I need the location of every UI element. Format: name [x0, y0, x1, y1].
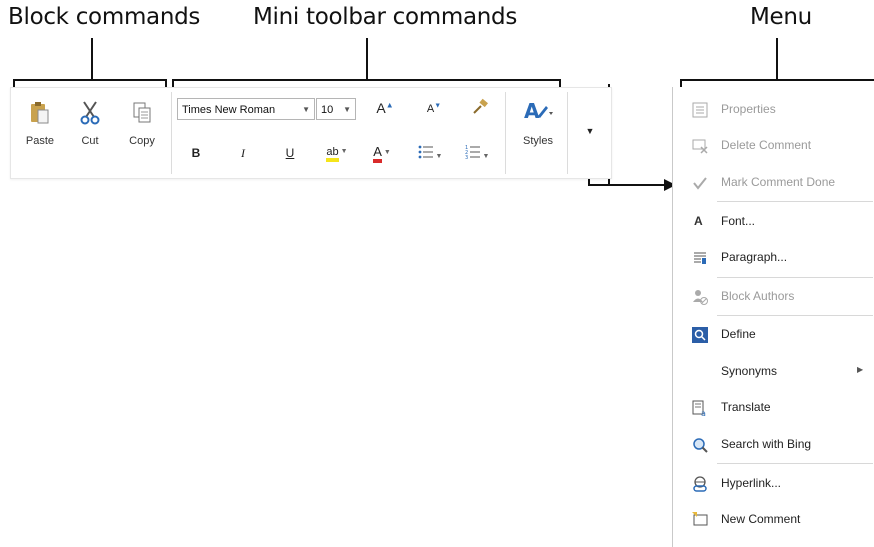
menu-item-label: Search with Bing — [721, 437, 812, 451]
menu-item-search-with-bing[interactable]: Search with Bing — [673, 430, 873, 460]
svg-text:3: 3 — [465, 155, 468, 160]
numbered-list-icon: 1 2 3 — [465, 145, 480, 161]
font-name-value: Times New Roman — [182, 104, 276, 116]
format-painter-button[interactable] — [469, 98, 491, 119]
copy-icon — [133, 102, 151, 123]
context-menu: Properties Delete Comment Mark Comment D… — [672, 87, 874, 547]
mini-toolbar: Paste Cut Copy Times New Roman ▼ 10 ▼ A▲… — [10, 87, 612, 179]
new-comment-icon — [692, 512, 708, 526]
block-commands-callout: Block commands — [8, 4, 201, 30]
menu-item-label: New Comment — [721, 512, 801, 526]
menu-item-label: Properties — [721, 102, 776, 116]
numbering-button[interactable]: 1 2 3 ▼ — [461, 144, 493, 163]
shrink-font-icon: A▼ — [426, 102, 442, 115]
toolbar-divider — [505, 92, 506, 174]
bullet-list-icon — [418, 145, 433, 159]
checkmark-icon — [693, 177, 707, 190]
grow-font-icon: A▲ — [376, 100, 394, 116]
font-color-icon: A — [373, 144, 382, 163]
search-icon — [693, 438, 708, 453]
shrink-font-button[interactable]: A▼ — [424, 102, 444, 115]
delete-comment-icon — [692, 139, 708, 154]
menu-separator — [717, 201, 873, 202]
italic-button[interactable]: I — [236, 146, 250, 161]
menu-item-mark-comment-done[interactable]: Mark Comment Done — [673, 168, 873, 198]
bold-button[interactable]: B — [189, 146, 203, 160]
styles-label: Styles — [523, 135, 553, 147]
menu-item-block-authors[interactable]: Block Authors — [673, 282, 873, 312]
paste-button[interactable]: Paste — [21, 100, 59, 147]
cut-button[interactable]: Cut — [73, 100, 107, 147]
menu-item-new-comment[interactable]: New Comment — [673, 505, 873, 535]
svg-text:a: a — [701, 409, 706, 417]
menu-separator — [717, 277, 873, 278]
font-color-button[interactable]: A ▼ — [367, 144, 397, 163]
svg-text:A: A — [524, 99, 540, 123]
menu-item-label: Synonyms — [721, 364, 778, 378]
format-painter-icon — [473, 98, 488, 114]
menu-callout: Menu — [750, 4, 812, 30]
highlight-icon: ab — [326, 146, 339, 162]
styles-icon: A — [524, 99, 553, 123]
toolbar-divider — [567, 92, 568, 174]
menu-item-label: Define — [721, 327, 756, 341]
font-icon: A — [694, 214, 703, 228]
font-size-value: 10 — [321, 104, 334, 116]
menu-item-label: Mark Comment Done — [721, 175, 836, 189]
styles-button[interactable]: A Styles — [516, 98, 560, 147]
menu-separator — [717, 463, 873, 464]
menu-item-label: Font... — [721, 214, 756, 228]
menu-item-label: Block Authors — [721, 289, 795, 303]
hyperlink-icon — [693, 476, 707, 492]
underline-button[interactable]: U — [283, 146, 297, 160]
font-size-dropdown[interactable]: 10 ▼ — [316, 98, 356, 120]
menu-item-paragraph[interactable]: Paragraph... — [673, 243, 873, 273]
menu-item-delete-comment[interactable]: Delete Comment — [673, 131, 873, 161]
menu-separator — [717, 315, 873, 316]
properties-icon — [692, 102, 708, 118]
clipboard-paste-icon — [31, 102, 49, 124]
toolbar-divider — [171, 92, 172, 174]
grow-font-button[interactable]: A▲ — [375, 100, 395, 116]
menu-item-label: Translate — [721, 400, 771, 414]
chevron-down-icon: ▼ — [482, 153, 490, 161]
menu-item-hyperlink[interactable]: Hyperlink... — [673, 469, 873, 499]
font-name-dropdown[interactable]: Times New Roman ▼ — [177, 98, 315, 120]
block-authors-icon — [693, 290, 708, 305]
chevron-down-icon: ▼ — [435, 153, 443, 161]
menu-item-label: Paragraph... — [721, 250, 788, 264]
menu-item-properties[interactable]: Properties — [673, 95, 873, 125]
menu-item-define[interactable]: Define — [673, 320, 873, 350]
menu-item-synonyms[interactable]: Synonyms ▶ — [673, 357, 873, 387]
chevron-right-icon: ▶ — [857, 365, 864, 374]
translate-icon: a — [692, 400, 706, 417]
copy-button[interactable]: Copy — [123, 100, 161, 147]
chevron-down-icon: ▼ — [585, 126, 595, 136]
highlight-button[interactable]: ab ▼ — [321, 144, 353, 162]
chevron-down-icon: ▼ — [383, 149, 391, 157]
menu-item-translate[interactable]: a Translate — [673, 393, 873, 423]
chevron-down-icon: ▼ — [302, 105, 310, 114]
menu-item-label: Delete Comment — [721, 138, 812, 152]
paragraph-icon — [694, 252, 706, 264]
bullets-button[interactable]: ▼ — [414, 144, 446, 163]
scissors-icon — [80, 101, 100, 125]
mini-toolbar-callout: Mini toolbar commands — [253, 4, 518, 30]
cut-label: Cut — [81, 135, 99, 147]
define-icon — [692, 327, 708, 343]
paste-label: Paste — [25, 135, 55, 147]
menu-item-font[interactable]: A Font... — [673, 207, 873, 237]
menu-item-label: Hyperlink... — [721, 476, 782, 490]
more-options-button[interactable]: ▼ — [583, 126, 597, 136]
copy-label: Copy — [129, 135, 155, 147]
chevron-down-icon: ▼ — [340, 148, 348, 156]
chevron-down-icon: ▼ — [343, 105, 351, 114]
